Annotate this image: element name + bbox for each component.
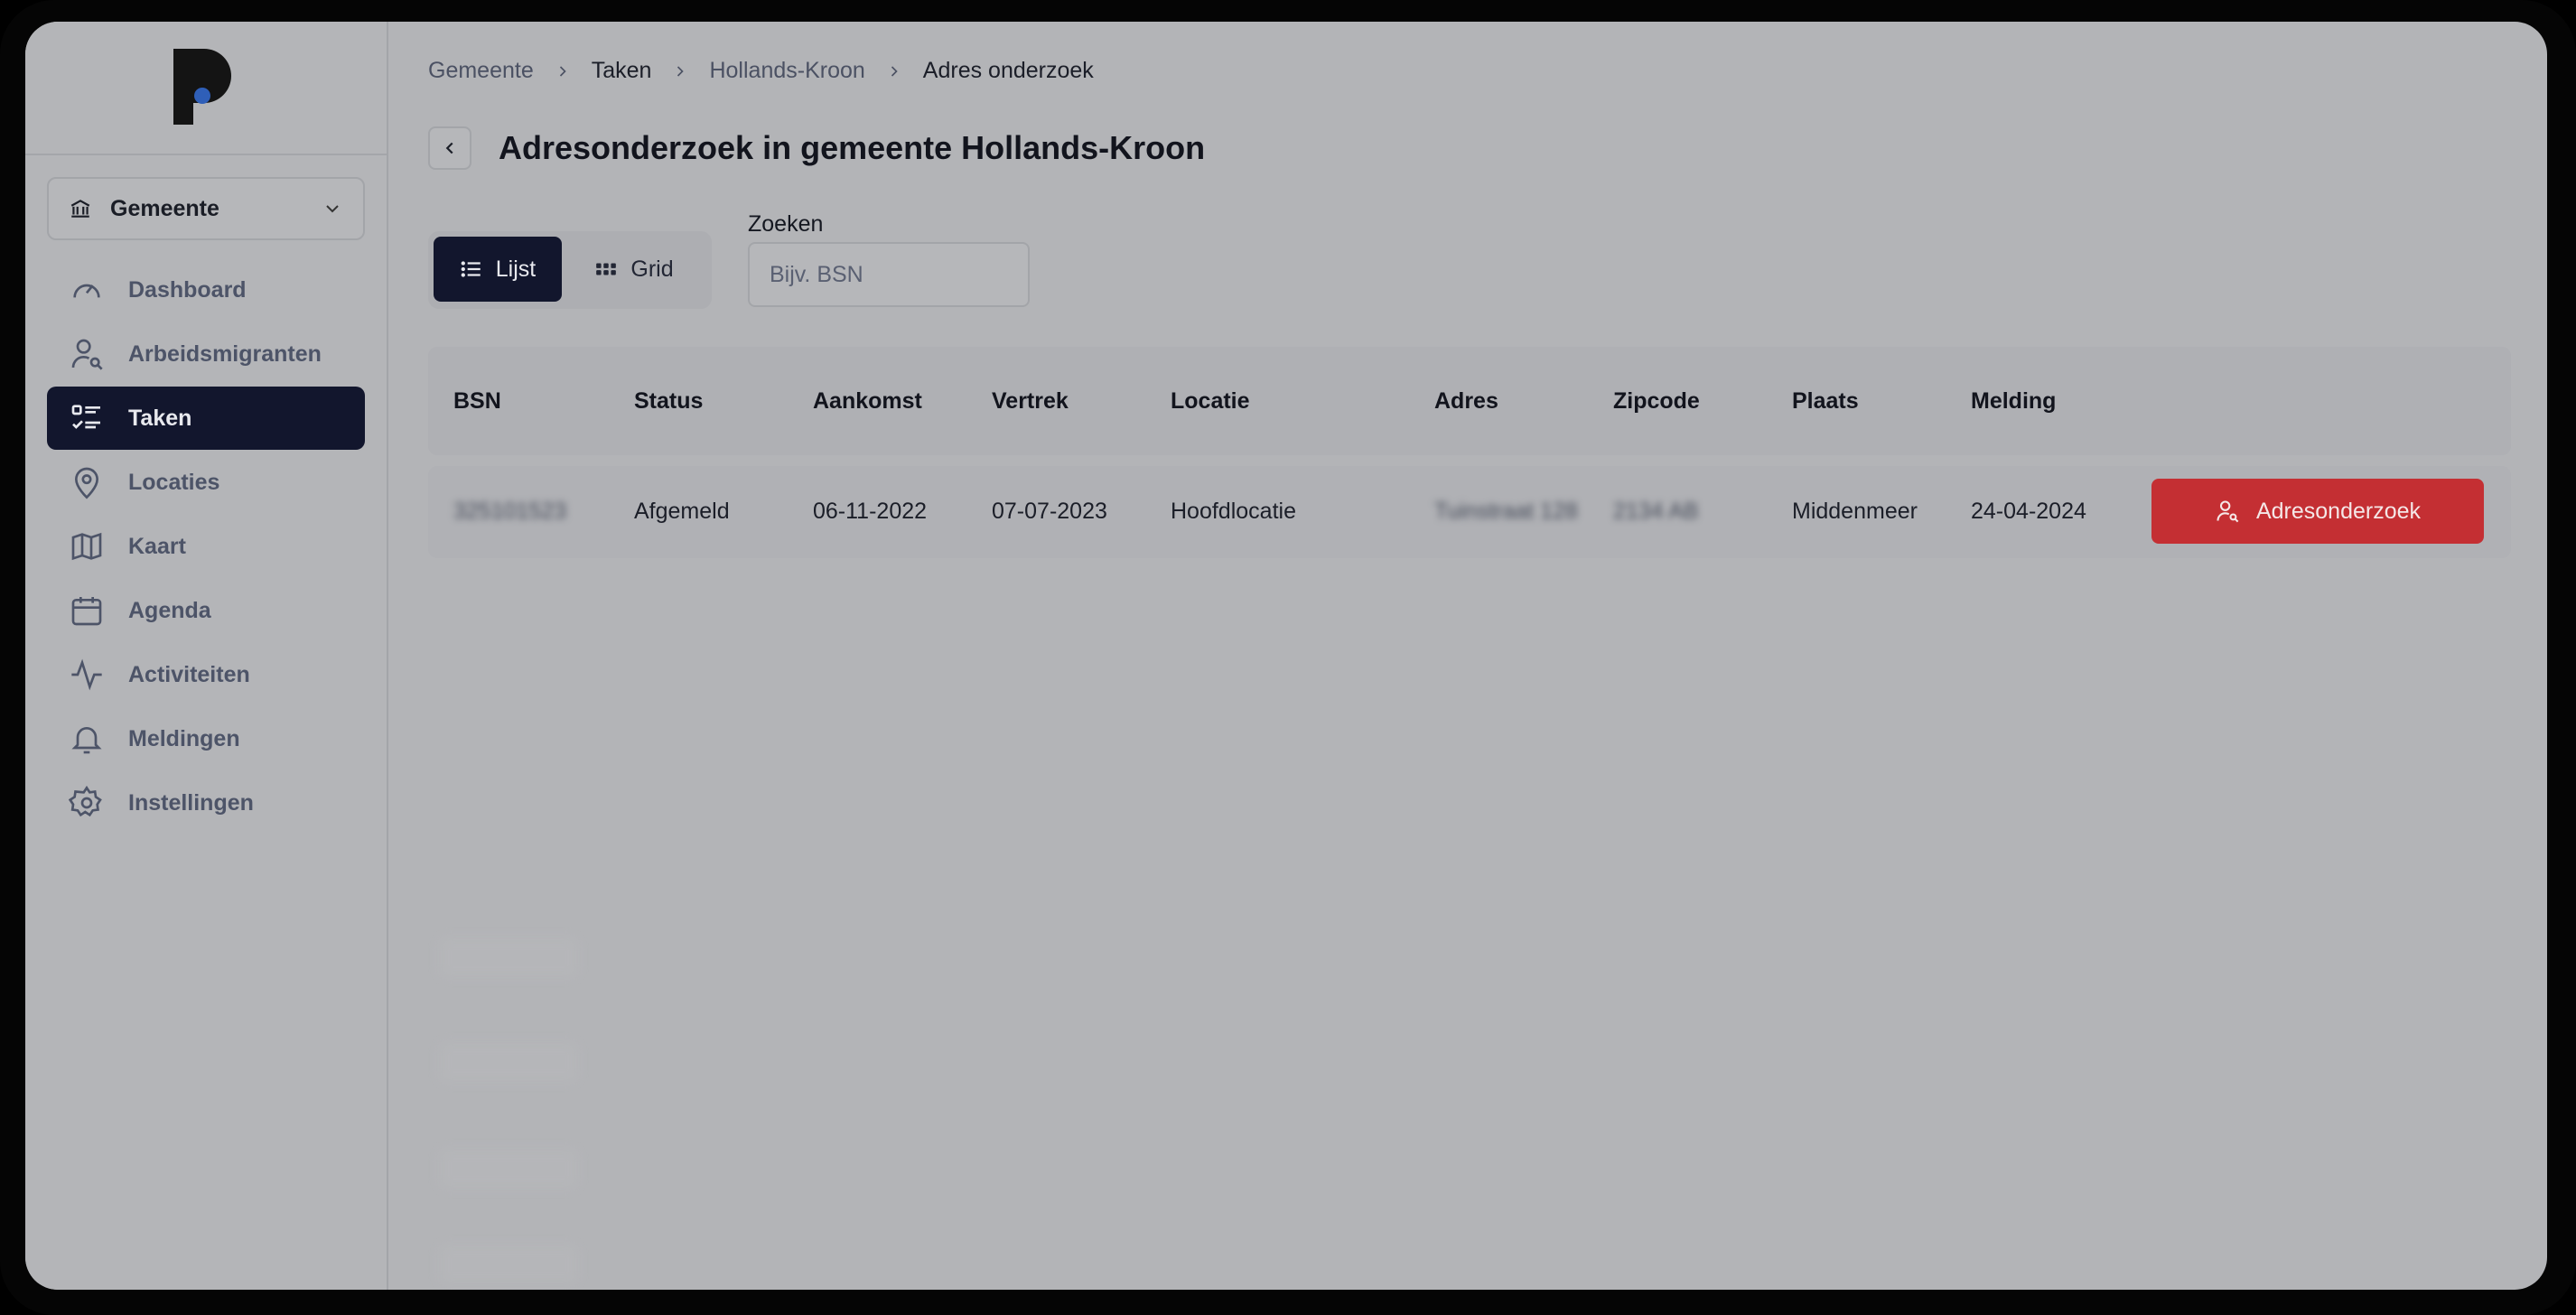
sidebar-item-dashboard[interactable]: Dashboard (47, 258, 365, 322)
adresonderzoek-button[interactable]: Adresonderzoek (2151, 479, 2484, 544)
view-toggle-grid-label: Grid (630, 256, 674, 282)
app-screen: Gemeente Dashboard Arbeidsmigranten Take… (25, 22, 2547, 1290)
sidebar-item-meldingen[interactable]: Meldingen (47, 707, 365, 770)
map-pin-icon (74, 467, 99, 499)
gauge-icon (73, 284, 100, 298)
cell-bsn: 325101523 (453, 499, 567, 524)
cell-melding: 24-04-2024 (1971, 499, 2086, 524)
sidebar-item-label: Instellingen (128, 789, 254, 816)
loading-placeholder (439, 1149, 578, 1189)
map-icon (71, 532, 102, 561)
column-header-adres: Adres (1434, 387, 1498, 414)
search-label: Zoeken (748, 211, 824, 237)
view-toggle-list-label: Lijst (495, 256, 537, 282)
page-title: Adresonderzoek in gemeente Hollands-Kroo… (499, 129, 1206, 166)
column-header-vertrek: Vertrek (992, 387, 1069, 414)
breadcrumb-item-hollands-kroon[interactable]: Hollands-Kroon (709, 58, 864, 84)
sidebar-item-label: Arbeidsmigranten (128, 340, 322, 367)
column-header-aankomst: Aankomst (813, 387, 922, 414)
chevron-down-icon (326, 205, 339, 213)
adresonderzoek-button-label: Adresonderzoek (2255, 498, 2422, 524)
breadcrumb-item-taken[interactable]: Taken (592, 58, 652, 84)
main-content: Gemeente Taken Hollands-Kroon Adres onde… (390, 22, 2547, 1290)
sidebar-item-arbeidsmigranten[interactable]: Arbeidsmigranten (47, 322, 365, 386)
user-search-icon (2217, 500, 2239, 523)
sidebar-item-label: Taken (128, 405, 192, 431)
sidebar-item-label: Kaart (128, 533, 186, 559)
sidebar-item-activiteiten[interactable]: Activiteiten (47, 643, 365, 706)
column-header-zipcode: Zipcode (1613, 387, 1700, 414)
loading-placeholder (439, 1245, 578, 1284)
chevron-right-icon (559, 65, 566, 77)
sidebar-item-label: Locaties (128, 469, 220, 495)
cell-locatie: Hoofdlocatie (1171, 499, 1296, 524)
column-header-bsn: BSN (453, 387, 501, 414)
sidebar-item-taken[interactable]: Taken (47, 387, 365, 450)
grid-icon (596, 263, 617, 275)
view-toggle-list[interactable]: Lijst (434, 237, 562, 302)
sidebar-nav: Dashboard Arbeidsmigranten Taken Locatie… (47, 258, 365, 835)
sidebar-item-label: Dashboard (128, 276, 247, 303)
app-logo[interactable] (170, 45, 235, 128)
column-header-status: Status (634, 387, 704, 414)
view-toggle-grid[interactable]: Grid (562, 237, 706, 302)
cell-zipcode: 2134 AB (1613, 499, 1699, 524)
sidebar-item-label: Agenda (128, 597, 211, 623)
cell-status: Afgemeld (634, 499, 730, 524)
list-icon (461, 261, 481, 277)
task-list-icon (71, 405, 100, 429)
sidebar-item-instellingen[interactable]: Instellingen (47, 771, 365, 835)
cell-aankomst: 06-11-2022 (813, 499, 928, 524)
table-row[interactable]: 325101523 Afgemeld 06-11-2022 07-07-2023… (428, 466, 2511, 558)
breadcrumb-item-current: Adres onderzoek (922, 58, 1094, 83)
cell-adres: Tuinstraat 128 (1434, 499, 1578, 524)
device-frame: Gemeente Dashboard Arbeidsmigranten Take… (0, 0, 2576, 1315)
activity-icon (71, 658, 102, 691)
sidebar-item-label: Meldingen (128, 725, 240, 751)
user-search-icon (71, 339, 103, 370)
table-header: BSN Status Aankomst Vertrek Locatie Adre… (428, 347, 2511, 455)
logo-area (25, 22, 387, 155)
sidebar-item-kaart[interactable]: Kaart (47, 515, 365, 578)
column-header-melding: Melding (1971, 387, 2057, 414)
results-table: BSN Status Aankomst Vertrek Locatie Adre… (428, 347, 2511, 558)
chevron-right-icon (677, 65, 685, 77)
back-button[interactable] (428, 126, 471, 170)
loading-placeholder (439, 937, 578, 977)
sidebar-item-label: Activiteiten (128, 661, 250, 687)
organization-select-label: Gemeente (110, 195, 219, 221)
chevron-right-icon (891, 65, 898, 77)
breadcrumb: Gemeente Taken Hollands-Kroon Adres onde… (428, 58, 1094, 84)
loading-placeholder (439, 1042, 578, 1082)
sidebar-item-locaties[interactable]: Locaties (47, 451, 365, 514)
calendar-icon (71, 597, 102, 626)
sidebar: Gemeente Dashboard Arbeidsmigranten Take… (25, 22, 388, 1290)
cell-plaats: Middenmeer (1792, 499, 1918, 524)
chevron-left-icon (445, 142, 453, 154)
bell-icon (71, 727, 102, 754)
sidebar-item-agenda[interactable]: Agenda (47, 579, 365, 642)
gear-icon (69, 785, 102, 817)
breadcrumb-item-gemeente[interactable]: Gemeente (428, 58, 534, 84)
column-header-locatie: Locatie (1171, 387, 1250, 414)
cell-vertrek: 07-07-2023 (992, 499, 1107, 524)
view-toggle: Lijst Grid (428, 231, 712, 309)
column-header-plaats: Plaats (1792, 387, 1859, 414)
search-input[interactable] (748, 242, 1030, 307)
bank-icon (70, 200, 90, 218)
organization-select[interactable]: Gemeente (47, 177, 365, 240)
